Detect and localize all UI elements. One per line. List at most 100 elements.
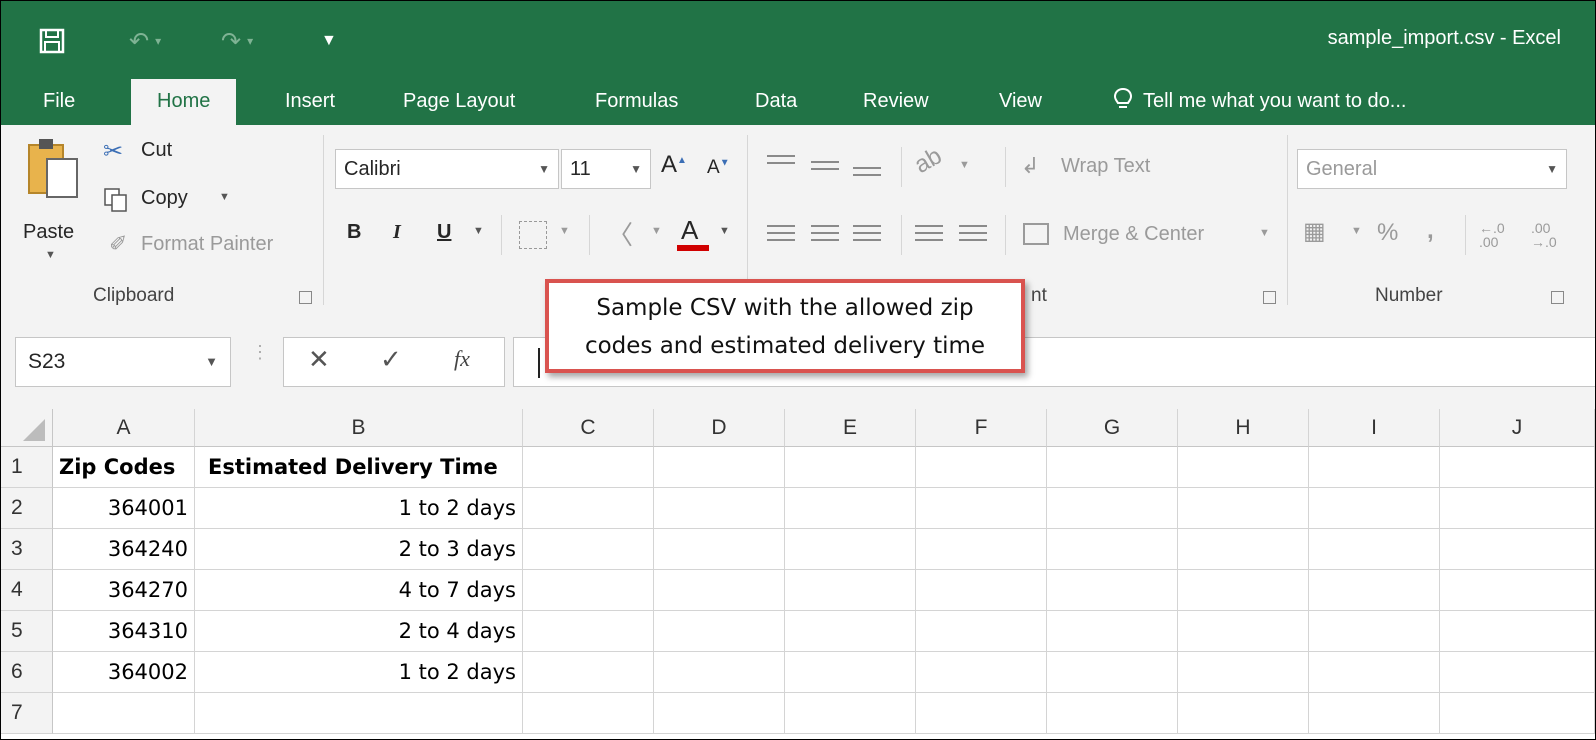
cell-b3[interactable]: 2 to 3 days bbox=[195, 529, 523, 570]
cell-a5[interactable]: 364310 bbox=[53, 611, 195, 652]
accounting-format-icon[interactable]: ▦ bbox=[1303, 217, 1326, 246]
empty-cell[interactable] bbox=[1178, 570, 1309, 611]
empty-cell[interactable] bbox=[1440, 488, 1595, 529]
tab-insert[interactable]: Insert bbox=[285, 79, 335, 125]
cell-a4[interactable]: 364270 bbox=[53, 570, 195, 611]
font-color-dropdown-icon[interactable]: ▼ bbox=[719, 225, 730, 237]
number-format-select[interactable]: General ▼ bbox=[1297, 149, 1567, 189]
empty-cell[interactable] bbox=[1178, 693, 1309, 734]
cell-a6[interactable]: 364002 bbox=[53, 652, 195, 693]
empty-cell[interactable] bbox=[1309, 447, 1440, 488]
column-header-j[interactable]: J bbox=[1440, 409, 1595, 447]
empty-cell[interactable] bbox=[523, 529, 654, 570]
empty-cell[interactable] bbox=[1047, 652, 1178, 693]
column-header-a[interactable]: A bbox=[53, 409, 195, 447]
empty-cell[interactable] bbox=[785, 652, 916, 693]
empty-cell[interactable] bbox=[1440, 447, 1595, 488]
empty-cell[interactable] bbox=[654, 570, 785, 611]
align-bottom-icon[interactable] bbox=[853, 167, 881, 181]
align-top-icon[interactable] bbox=[767, 155, 795, 169]
empty-cell[interactable] bbox=[1309, 693, 1440, 734]
empty-cell[interactable] bbox=[785, 488, 916, 529]
paste-button[interactable]: Paste ▼ bbox=[21, 137, 91, 261]
empty-cell[interactable] bbox=[1047, 488, 1178, 529]
empty-cell[interactable] bbox=[1440, 529, 1595, 570]
cell-b7[interactable] bbox=[195, 693, 523, 734]
empty-cell[interactable] bbox=[523, 652, 654, 693]
alignment-launcher-icon[interactable] bbox=[1263, 291, 1276, 304]
empty-cell[interactable] bbox=[1178, 529, 1309, 570]
fill-color-icon[interactable]: 〈 bbox=[607, 215, 633, 252]
enter-icon[interactable]: ✓ bbox=[380, 344, 402, 375]
fill-color-dropdown-icon[interactable]: ▼ bbox=[651, 225, 662, 237]
borders-icon[interactable] bbox=[519, 221, 547, 249]
cell-b5[interactable]: 2 to 4 days bbox=[195, 611, 523, 652]
column-header-i[interactable]: I bbox=[1309, 409, 1440, 447]
tab-file[interactable]: File bbox=[43, 79, 75, 125]
empty-cell[interactable] bbox=[785, 611, 916, 652]
empty-cell[interactable] bbox=[1178, 652, 1309, 693]
comma-style-button[interactable]: , bbox=[1427, 217, 1434, 245]
decrease-decimal-icon[interactable]: .00 →.0 bbox=[1531, 221, 1557, 249]
cell-b1[interactable]: Estimated Delivery Time bbox=[195, 447, 523, 488]
italic-button[interactable]: I bbox=[393, 221, 401, 244]
empty-cell[interactable] bbox=[785, 529, 916, 570]
empty-cell[interactable] bbox=[654, 611, 785, 652]
row-header-6[interactable]: 6 bbox=[1, 652, 53, 693]
underline-dropdown-icon[interactable]: ▼ bbox=[473, 225, 484, 237]
worksheet-grid[interactable]: A B C D E F G H I J 1 2 3 4 5 6 7 Zip Co… bbox=[1, 409, 1595, 739]
empty-cell[interactable] bbox=[785, 693, 916, 734]
orientation-dropdown-icon[interactable]: ▼ bbox=[959, 159, 970, 171]
number-launcher-icon[interactable] bbox=[1551, 291, 1564, 304]
empty-cell[interactable] bbox=[654, 652, 785, 693]
tell-me-box[interactable]: Tell me what you want to do... bbox=[1113, 79, 1406, 125]
empty-cell[interactable] bbox=[1047, 570, 1178, 611]
tab-formulas[interactable]: Formulas bbox=[595, 79, 678, 125]
empty-cell[interactable] bbox=[916, 570, 1047, 611]
cell-b4[interactable]: 4 to 7 days bbox=[195, 570, 523, 611]
column-header-h[interactable]: H bbox=[1178, 409, 1309, 447]
empty-cell[interactable] bbox=[916, 529, 1047, 570]
orientation-icon[interactable]: ab bbox=[910, 142, 947, 180]
empty-cell[interactable] bbox=[1440, 693, 1595, 734]
empty-cell[interactable] bbox=[1440, 570, 1595, 611]
name-box[interactable]: S23 ▼ bbox=[15, 337, 231, 387]
empty-cell[interactable] bbox=[1178, 447, 1309, 488]
increase-indent-icon[interactable] bbox=[959, 225, 987, 246]
empty-cell[interactable] bbox=[523, 447, 654, 488]
cell-a1[interactable]: Zip Codes bbox=[53, 447, 195, 488]
accounting-dropdown-icon[interactable]: ▼ bbox=[1351, 225, 1362, 237]
cell-a7[interactable] bbox=[53, 693, 195, 734]
empty-cell[interactable] bbox=[654, 447, 785, 488]
merge-center-button[interactable]: Merge & Center ▼ bbox=[1021, 215, 1281, 255]
tab-view[interactable]: View bbox=[999, 79, 1042, 125]
empty-cell[interactable] bbox=[1047, 529, 1178, 570]
empty-cell[interactable] bbox=[1309, 570, 1440, 611]
font-size-select[interactable]: 11 ▼ bbox=[561, 149, 651, 189]
empty-cell[interactable] bbox=[1309, 611, 1440, 652]
empty-cell[interactable] bbox=[523, 570, 654, 611]
cell-a2[interactable]: 364001 bbox=[53, 488, 195, 529]
format-painter-button[interactable]: ✐ Format Painter bbox=[103, 229, 303, 263]
bold-button[interactable]: B bbox=[347, 221, 361, 244]
empty-cell[interactable] bbox=[654, 488, 785, 529]
grow-font-button[interactable]: A▲ bbox=[661, 151, 687, 179]
align-middle-icon[interactable] bbox=[811, 161, 839, 175]
empty-cell[interactable] bbox=[1178, 488, 1309, 529]
column-header-e[interactable]: E bbox=[785, 409, 916, 447]
tab-data[interactable]: Data bbox=[755, 79, 797, 125]
column-header-g[interactable]: G bbox=[1047, 409, 1178, 447]
column-header-f[interactable]: F bbox=[916, 409, 1047, 447]
empty-cell[interactable] bbox=[785, 447, 916, 488]
empty-cell[interactable] bbox=[523, 488, 654, 529]
cell-b2[interactable]: 1 to 2 days bbox=[195, 488, 523, 529]
clipboard-launcher-icon[interactable] bbox=[299, 291, 312, 304]
empty-cell[interactable] bbox=[1047, 693, 1178, 734]
empty-cell[interactable] bbox=[1047, 611, 1178, 652]
row-header-2[interactable]: 2 bbox=[1, 488, 53, 529]
tab-page-layout[interactable]: Page Layout bbox=[403, 79, 515, 125]
empty-cell[interactable] bbox=[654, 693, 785, 734]
empty-cell[interactable] bbox=[1047, 447, 1178, 488]
empty-cell[interactable] bbox=[523, 693, 654, 734]
save-button[interactable] bbox=[39, 21, 65, 61]
